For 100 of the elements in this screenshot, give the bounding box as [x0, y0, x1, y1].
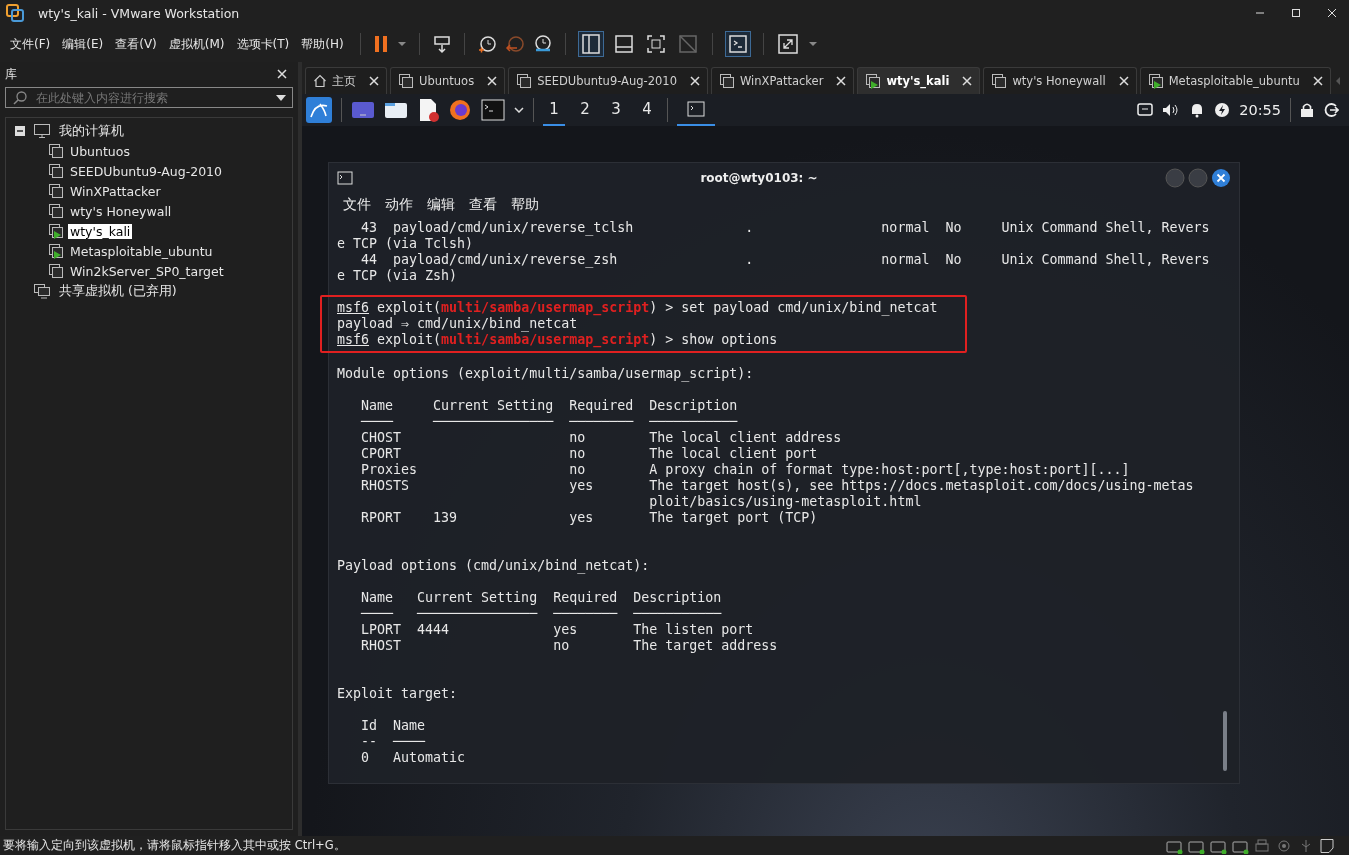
tree-item[interactable]: wty's_kali	[68, 223, 133, 239]
tab[interactable]: 主页	[305, 67, 387, 94]
menu-item[interactable]: 虚拟机(M)	[168, 35, 225, 53]
tree-item[interactable]: SEEDUbuntu9-Aug-2010	[68, 163, 225, 179]
terminal-line: RHOSTS yes The target host(s), see https://docs.metasploit.com/docs/using-metas	[360, 478, 1195, 494]
sidebar-view-icon[interactable]	[577, 31, 604, 57]
terminal-icon[interactable]	[481, 99, 505, 121]
tab[interactable]: Metasploitable_ubuntu	[1139, 67, 1331, 94]
close-icon[interactable]	[962, 76, 973, 86]
close-icon[interactable]	[836, 76, 847, 86]
terminal-line: e TCP (via Zsh)	[337, 268, 459, 284]
terminal-line: 44 payload/cmd/unix/reverse_zsh . normal No Unix Command Shell, Revers	[360, 252, 1211, 268]
terminal-line: RPORT 139 yes The target port (TCP)	[360, 510, 819, 526]
close-icon[interactable]	[1312, 76, 1323, 86]
terminal-line: Payload options (cmd/unix/bind_netcat):	[337, 558, 651, 574]
menu-item[interactable]: 帮助	[511, 196, 539, 214]
tab[interactable]: WinXPattacker	[711, 67, 855, 94]
send-keys-icon[interactable]	[431, 34, 452, 54]
close-icon[interactable]	[276, 68, 288, 80]
terminal-icon	[337, 171, 353, 185]
app-logo-icon	[6, 4, 24, 22]
text-editor-icon[interactable]	[417, 98, 439, 122]
lock-icon[interactable]	[1300, 102, 1314, 118]
terminal-line: Name Current Setting Required Description	[360, 398, 739, 414]
terminal-line: Module options (exploit/multi/samba/usermap_script):	[337, 366, 755, 382]
menu-item[interactable]: 编辑(E)	[62, 35, 104, 53]
revert-snapshot-icon[interactable]	[504, 34, 525, 54]
tab[interactable]: wty's_kali	[857, 67, 981, 94]
status-message: 要将输入定向到该虚拟机，请将鼠标指针移入其中或按 Ctrl+G。	[3, 838, 347, 853]
close-icon[interactable]	[690, 76, 700, 86]
menu-item[interactable]: 文件	[343, 196, 371, 214]
terminal-line: 0 Automatic	[360, 750, 467, 766]
window-title: root@wty0103: ~	[699, 171, 819, 185]
browser-icon[interactable]	[448, 98, 472, 122]
terminal-line: ploit/basics/using-metasploit.html	[648, 494, 923, 510]
camera-icon[interactable]	[1275, 837, 1293, 854]
search-icon	[12, 90, 28, 106]
network-icon[interactable]	[1137, 102, 1154, 118]
terminal-line: Id Name	[360, 718, 427, 734]
dropdown-caret-icon[interactable]	[275, 94, 287, 102]
snapshot-icon[interactable]	[476, 34, 497, 54]
terminal-line: Name Current Setting Required Description	[360, 590, 723, 606]
home-icon	[313, 74, 327, 88]
printer-icon[interactable]	[1253, 837, 1271, 854]
console-view-icon[interactable]	[724, 31, 751, 57]
close-icon[interactable]	[1211, 168, 1231, 188]
tree-item[interactable]: Ubuntuos	[68, 143, 132, 159]
tree-item[interactable]: Metasploitable_ubuntu	[68, 243, 215, 259]
menu-item[interactable]: 文件(F)	[10, 35, 51, 53]
menu-item[interactable]: 编辑	[427, 196, 455, 214]
message-icon[interactable]	[1319, 837, 1335, 854]
shared-computers-icon	[33, 283, 51, 299]
workspace-button[interactable]: 3	[605, 94, 627, 126]
volume-icon[interactable]	[1162, 102, 1181, 118]
terminal-icon	[687, 101, 705, 117]
tab[interactable]: SEEDUbuntu9-Aug-2010	[508, 67, 708, 94]
menu-item[interactable]: 查看(V)	[115, 35, 157, 53]
terminal-line: RHOST no The target address	[360, 638, 779, 654]
tree-item[interactable]: WinXPattacker	[68, 183, 163, 199]
terminal-line: Exploit target:	[337, 686, 459, 702]
tree-item[interactable]: 共享虚拟机 (已弃用)	[57, 282, 179, 300]
terminal-line: ──── ─────────────── ──────── ───────────	[360, 414, 739, 430]
terminal-line: ──── ─────────────── ──────── ───────────	[360, 606, 723, 622]
window-title: wty's_kali - VMware Workstation	[38, 5, 241, 21]
terminal-line: 43 payload/cmd/unix/reverse_tclsh . normal No Unix Command Shell, Revers	[360, 220, 1211, 236]
snapshot-manager-icon[interactable]	[532, 34, 553, 54]
menu-item[interactable]: 帮助(H)	[301, 35, 344, 53]
workspace-button[interactable]: 2	[574, 94, 596, 126]
close-icon[interactable]	[369, 76, 379, 86]
close-icon[interactable]	[1327, 8, 1337, 18]
terminal-line: -- ────	[360, 734, 427, 750]
terminal-line: msf6 exploit(multi/samba/usermap_script) > show options	[337, 332, 779, 348]
tree-item[interactable]: Win2kServer_SP0_target	[68, 263, 226, 279]
terminal-line: LPORT 4444 yes The listen port	[360, 622, 755, 638]
terminal-line: CPORT no The local client port	[360, 446, 819, 462]
caret-icon[interactable]	[514, 107, 524, 113]
stretch-icon[interactable]	[775, 32, 800, 56]
kali-menu-icon[interactable]	[306, 97, 332, 123]
collapse-icon[interactable]	[15, 126, 25, 136]
logout-icon[interactable]	[1323, 102, 1339, 118]
computer-icon	[33, 123, 51, 139]
tree-item[interactable]: 我的计算机	[57, 122, 126, 140]
tab[interactable]: Ubuntuos	[390, 67, 506, 94]
tab[interactable]: wty's Honeywall	[983, 67, 1137, 94]
close-icon[interactable]	[1118, 76, 1129, 86]
power-manager-icon[interactable]	[1214, 102, 1231, 118]
workspace-button[interactable]: 4	[636, 94, 658, 126]
terminal-line: CHOST no The local client address	[360, 430, 843, 446]
close-icon[interactable]	[487, 76, 498, 86]
terminal-line: Proxies no A proxy chain of format type:host:port[,type:host:port][...]	[360, 462, 1131, 478]
menu-item[interactable]: 查看	[469, 196, 497, 214]
menu-item[interactable]: 选项卡(T)	[236, 35, 290, 53]
pause-icon[interactable]	[372, 35, 389, 53]
terminal-line: msf6 exploit(multi/samba/usermap_script) > set payload cmd/unix/bind_netcat	[337, 300, 939, 316]
search-field[interactable]: 在此处键入内容进行搜索	[5, 87, 293, 108]
clock: 20:55	[1239, 102, 1281, 118]
desktop-icon[interactable]	[351, 100, 375, 120]
tree-item[interactable]: wty's Honeywall	[68, 203, 174, 219]
menu-item[interactable]: 动作	[385, 196, 413, 214]
folder-icon[interactable]	[384, 100, 408, 120]
